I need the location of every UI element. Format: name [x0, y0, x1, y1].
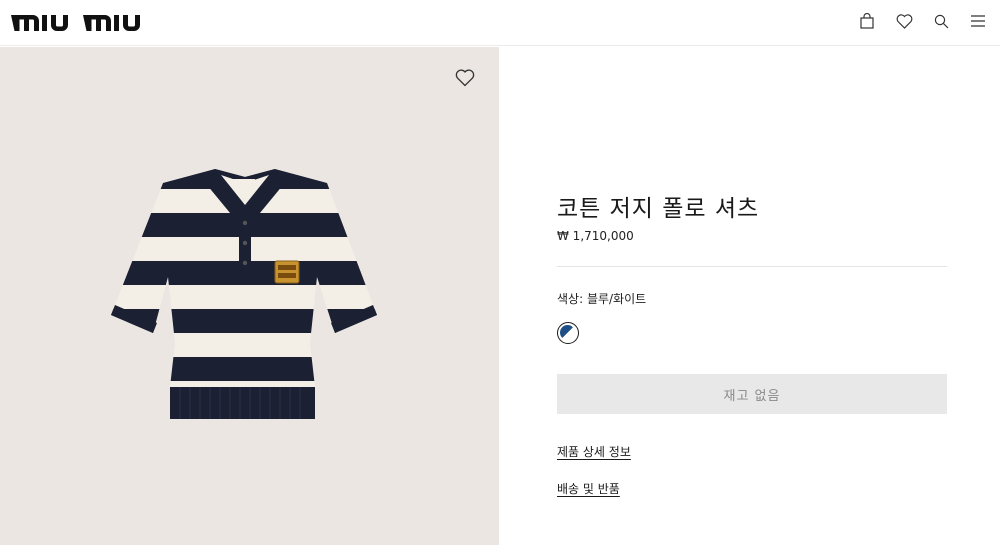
divider: [557, 266, 947, 267]
miu-miu-logo[interactable]: [9, 7, 149, 33]
wishlist-heart-icon[interactable]: [455, 69, 477, 89]
out-of-stock-button[interactable]: 재고 없음: [557, 374, 947, 414]
swatch-fill: [560, 325, 575, 340]
heart-icon[interactable]: [894, 11, 914, 31]
site-header: [0, 0, 1000, 46]
menu-icon[interactable]: [968, 11, 988, 31]
product-price: ₩ 1,710,000: [557, 229, 634, 243]
product-photo-polo-shirt: [111, 169, 377, 419]
search-icon[interactable]: [931, 11, 951, 31]
product-image-panel: [0, 47, 499, 545]
color-swatch-blue-white[interactable]: [557, 322, 579, 344]
bag-icon[interactable]: [857, 11, 877, 31]
shipping-returns-link[interactable]: 배송 및 반품: [557, 480, 620, 497]
product-details-link[interactable]: 제품 상세 정보: [557, 443, 631, 460]
product-title: 코튼 저지 폴로 셔츠: [557, 196, 760, 222]
header-icons: [857, 11, 988, 31]
color-label: 색상: 블루/화이트: [557, 292, 647, 306]
